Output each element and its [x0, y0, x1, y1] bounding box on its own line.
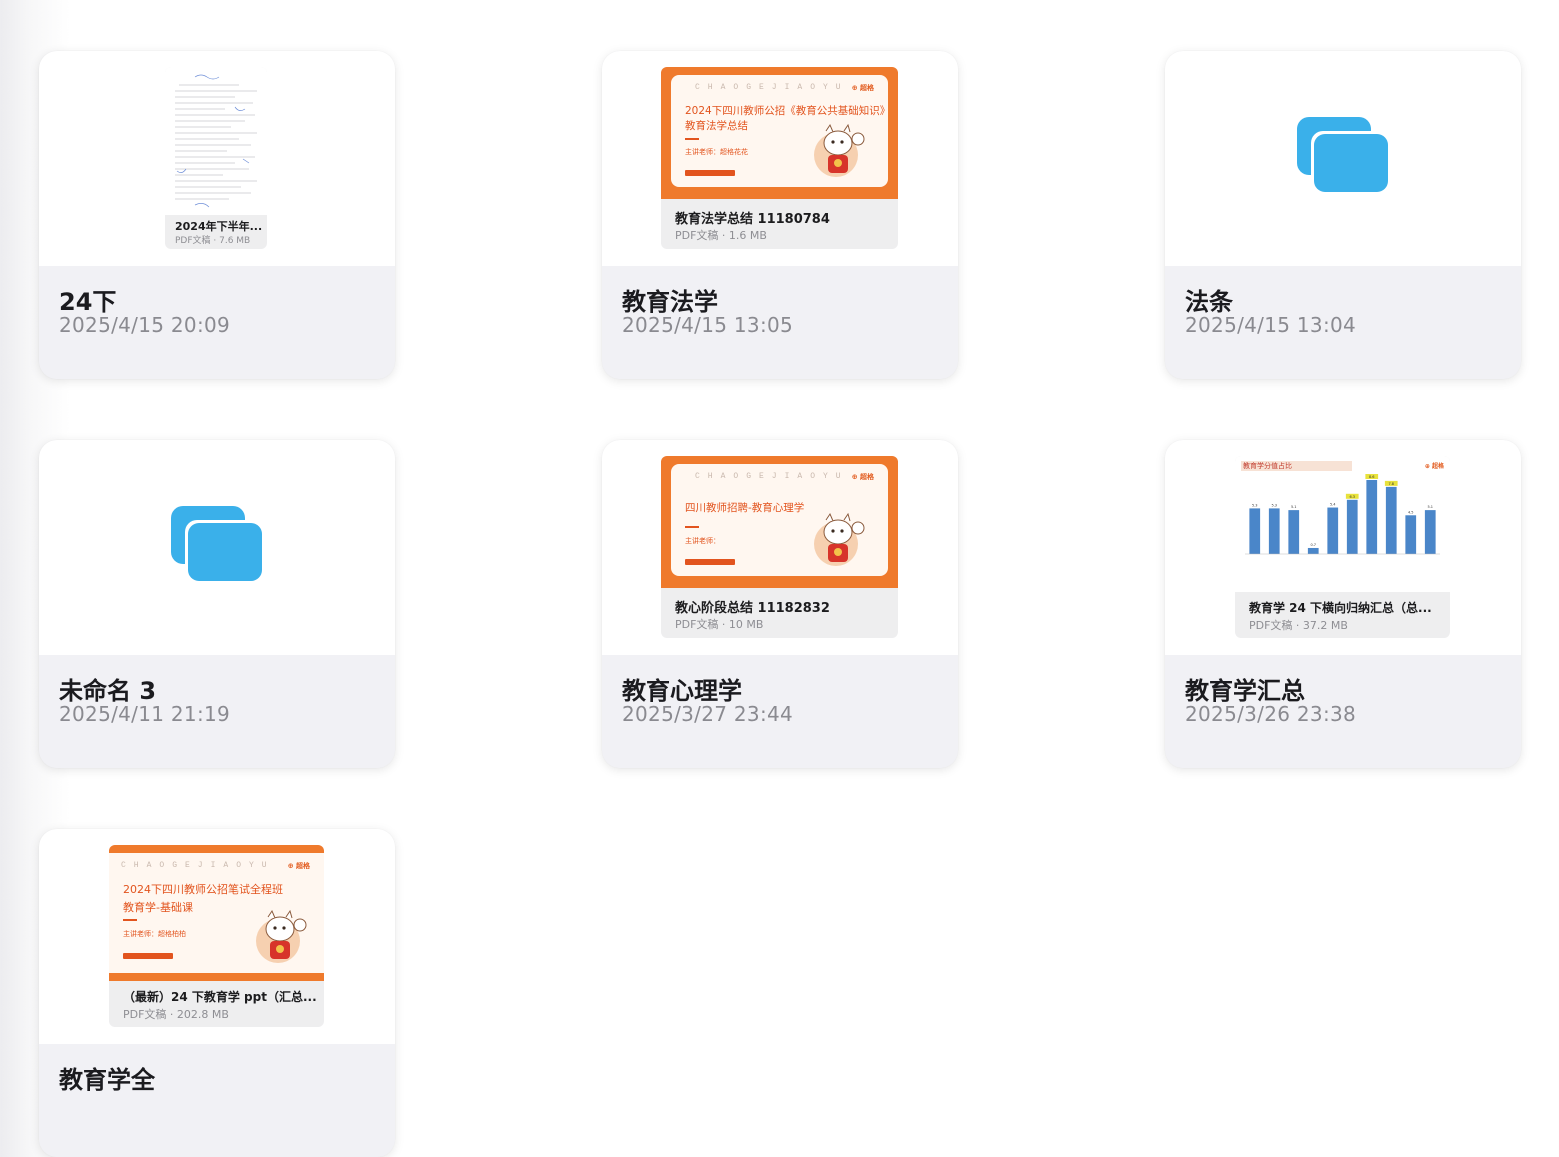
folder-thumbnail: [39, 440, 395, 655]
slide-brand: ⊕ 超格: [287, 862, 310, 870]
chart-bar: [1424, 510, 1436, 554]
folder-date: 2025/4/15 13:05: [622, 313, 794, 337]
chart-data-label: 5.1: [1427, 505, 1433, 509]
slide-subheading: 教育学-基础课: [123, 901, 193, 914]
folder-date: 2025/3/26 23:38: [1185, 702, 1357, 726]
document-meta: PDF文稿 · 10 MB: [675, 618, 764, 631]
document-meta: PDF文稿 · 37.2 MB: [1249, 619, 1348, 632]
folder-thumbnail: 教育学分值占比 ⊕ 超格 5.3 5.3 5.1 0.7 5.4 6.3 8.6 7.8 4.5…: [1165, 440, 1521, 655]
document-meta: PDF文稿 · 1.6 MB: [675, 229, 767, 242]
folder-card-jiaoyuxuequan[interactable]: CHAOGEJIAOYU ⊕ 超格 2024下四川教师公招笔试全程班 教育学-基…: [39, 829, 395, 1157]
document-preview[interactable]: CHAOGEJIAOYU ⊕ 超格 2024下四川教师公招《教育公共基础知识》 …: [661, 67, 898, 249]
chart-data-label: 5.3: [1271, 503, 1277, 507]
folder-thumbnail: CHAOGEJIAOYU ⊕ 超格 四川教师招聘-教育心理学 主讲老师： 教心阶…: [602, 440, 958, 655]
document-page-preview: [165, 67, 267, 215]
folder-card-jiaoyuxuehuizong[interactable]: 教育学分值占比 ⊕ 超格 5.3 5.3 5.1 0.7 5.4 6.3 8.6 7.8 4.5…: [1165, 440, 1521, 768]
chart-data-label: 4.5: [1408, 510, 1414, 514]
folder-info: 教育学全: [39, 1044, 395, 1157]
chart-data-label: 0.7: [1310, 543, 1316, 547]
stacked-documents-icon: [1297, 117, 1388, 193]
folder-card-jiaoyuxinlixue[interactable]: CHAOGEJIAOYU ⊕ 超格 四川教师招聘-教育心理学 主讲老师： 教心阶…: [602, 440, 958, 768]
folder-card-weimingming3[interactable]: 未命名 3 2025/4/11 21:19: [39, 440, 395, 768]
folder-title: 教育学汇总: [1185, 677, 1305, 705]
bar-chart: 5.3 5.3 5.1 0.7 5.4 6.3 8.6 7.8 4.5 5.1: [1245, 474, 1440, 555]
folder-title: 教育学全: [59, 1066, 155, 1094]
folder-thumbnail: [1165, 51, 1521, 266]
folder-info: 教育心理学 2025/3/27 23:44: [602, 655, 958, 768]
chart-data-label: 5.4: [1330, 503, 1336, 507]
chart-bar: [1385, 486, 1397, 554]
folder-thumbnail: CHAOGEJIAOYU ⊕ 超格 2024下四川教师公招笔试全程班 教育学-基…: [39, 829, 395, 1044]
slide-subheading: 教育法学总结: [685, 120, 748, 132]
folder-title: 教育法学: [622, 288, 718, 316]
slide-teacher: 主讲老师：超格柏柏: [123, 930, 186, 938]
folder-title: 24下: [59, 288, 117, 316]
folder-title: 教育心理学: [622, 677, 742, 705]
document-preview[interactable]: 教育学分值占比 ⊕ 超格 5.3 5.3 5.1 0.7 5.4 6.3 8.6 7.8 4.5…: [1235, 456, 1450, 638]
slide-brand: ⊕ 超格: [851, 84, 874, 92]
document-meta: PDF文稿 · 7.6 MB: [175, 236, 251, 246]
document-preview[interactable]: CHAOGEJIAOYU ⊕ 超格 四川教师招聘-教育心理学 主讲老师： 教心阶…: [661, 456, 898, 638]
document-meta: PDF文稿 · 202.8 MB: [123, 1008, 229, 1021]
folder-date: 2025/3/27 23:44: [622, 702, 794, 726]
folder-card-jiaoyufaxue[interactable]: CHAOGEJIAOYU ⊕ 超格 2024下四川教师公招《教育公共基础知识》 …: [602, 51, 958, 379]
folder-info: 法条 2025/4/15 13:04: [1165, 266, 1521, 379]
document-name: 教育学 24 下横向归纳汇总（总...: [1249, 601, 1432, 615]
chart-bar: [1288, 510, 1300, 554]
slide-watermark: CHAOGEJIAOYU: [695, 83, 849, 92]
folder-info: 教育法学 2025/4/15 13:05: [602, 266, 958, 379]
slide-heading: 2024下四川教师公招《教育公共基础知识》: [685, 105, 888, 117]
folder-thumbnail: CHAOGEJIAOYU ⊕ 超格 2024下四川教师公招《教育公共基础知识》 …: [602, 51, 958, 266]
folder-info: 教育学汇总 2025/3/26 23:38: [1165, 655, 1521, 768]
folder-card-fatiao[interactable]: 法条 2025/4/15 13:04: [1165, 51, 1521, 379]
chart-bar: [1405, 515, 1417, 554]
slide-preview: CHAOGEJIAOYU ⊕ 超格 2024下四川教师公招笔试全程班 教育学-基…: [109, 845, 324, 981]
document-preview[interactable]: CHAOGEJIAOYU ⊕ 超格 2024下四川教师公招笔试全程班 教育学-基…: [109, 845, 324, 1027]
mascot-icon: [814, 123, 865, 177]
slide-tags: [685, 170, 735, 176]
stacked-documents-icon: [171, 506, 262, 582]
slide-preview: CHAOGEJIAOYU ⊕ 超格 四川教师招聘-教育心理学 主讲老师：: [661, 456, 898, 588]
folder-thumbnail: 2024年下半年... PDF文稿 · 7.6 MB: [39, 51, 395, 266]
folder-date: 2025/4/11 21:19: [59, 702, 231, 726]
slide-brand: ⊕ 超格: [851, 473, 874, 481]
chart-bar: [1327, 507, 1339, 554]
mascot-icon: [256, 909, 307, 963]
slide-teacher: 主讲老师：超格花花: [685, 148, 748, 156]
slide-watermark: CHAOGEJIAOYU: [121, 861, 275, 870]
chart-data-label: 8.6: [1369, 475, 1375, 479]
folder-card-24xia[interactable]: 2024年下半年... PDF文稿 · 7.6 MB 24下 2025/4/15…: [39, 51, 395, 379]
slide-teacher: 主讲老师：: [685, 537, 720, 545]
document-name: 教育法学总结 11180784: [675, 212, 830, 227]
chart-bar: [1366, 480, 1378, 554]
chart-bar: [1249, 508, 1261, 554]
chart-data-label: 5.1: [1291, 505, 1297, 509]
chart-bar: [1307, 547, 1319, 554]
slide-watermark: CHAOGEJIAOYU: [695, 472, 849, 481]
slide-heading: 2024下四川教师公招笔试全程班: [123, 883, 283, 896]
slide-tags: [685, 559, 735, 565]
chart-data-label: 7.8: [1388, 482, 1394, 486]
document-preview[interactable]: 2024年下半年... PDF文稿 · 7.6 MB: [165, 67, 267, 249]
mascot-icon: [814, 512, 865, 566]
slide-tags: [123, 953, 173, 959]
chart-bar: [1268, 508, 1280, 554]
chart-data-label: 5.3: [1252, 503, 1258, 507]
chart-bar: [1346, 499, 1358, 554]
folder-info: 未命名 3 2025/4/11 21:19: [39, 655, 395, 768]
chart-page-preview: 教育学分值占比 ⊕ 超格 5.3 5.3 5.1 0.7 5.4 6.3 8.6 7.8 4.5…: [1235, 456, 1450, 592]
document-name: （最新）24 下教育学 ppt（汇总...: [123, 990, 317, 1004]
folder-info: 24下 2025/4/15 20:09: [39, 266, 395, 379]
folder-date: 2025/4/15 20:09: [59, 313, 231, 337]
document-name: 2024年下半年...: [175, 220, 263, 233]
slide-heading: 四川教师招聘-教育心理学: [685, 502, 805, 514]
chart-data-label: 6.3: [1349, 495, 1355, 499]
document-name: 教心阶段总结 11182832: [675, 601, 830, 616]
folder-date: 2025/4/15 13:04: [1185, 313, 1357, 337]
slide-preview: CHAOGEJIAOYU ⊕ 超格 2024下四川教师公招《教育公共基础知识》 …: [661, 67, 898, 199]
folder-title: 法条: [1185, 288, 1233, 316]
folder-title: 未命名 3: [59, 677, 157, 705]
